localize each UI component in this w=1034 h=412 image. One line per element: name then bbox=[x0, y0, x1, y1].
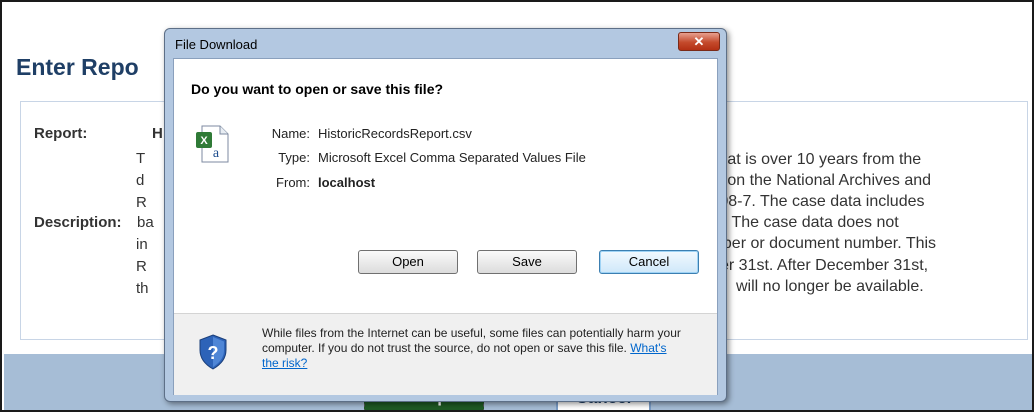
description-line-start: ba bbox=[137, 214, 154, 231]
from-label: From: bbox=[276, 175, 310, 190]
warning-area: ? While files from the Internet can be u… bbox=[174, 313, 717, 395]
description-line-end: will no longer be available. bbox=[736, 278, 924, 295]
page-title: Enter Repo bbox=[16, 54, 139, 80]
description-line-start: T bbox=[136, 150, 146, 167]
svg-text:X: X bbox=[200, 135, 208, 147]
description-line-end: that is over 10 years from the bbox=[714, 151, 922, 168]
save-button[interactable]: Save bbox=[477, 250, 577, 274]
open-button[interactable]: Open bbox=[358, 250, 458, 274]
report-name: H bbox=[152, 125, 163, 142]
description-line-start: R bbox=[136, 258, 147, 275]
description-line-end: d on the National Archives and bbox=[714, 172, 932, 189]
description-line-start: in bbox=[136, 236, 148, 253]
description-line-start: d bbox=[136, 172, 145, 189]
file-type-value: Microsoft Excel Comma Separated Values F… bbox=[318, 150, 586, 165]
dialog-question: Do you want to open or save this file? bbox=[191, 81, 444, 97]
file-download-dialog: File Download ✕ Do you want to open or s… bbox=[164, 28, 727, 402]
dialog-close-button[interactable]: ✕ bbox=[678, 32, 720, 51]
description-line-end: -08-7. The case data includes bbox=[714, 193, 925, 210]
file-source-value: localhost bbox=[318, 175, 376, 190]
svg-text:?: ? bbox=[208, 343, 219, 363]
dialog-cancel-button[interactable]: Cancel bbox=[599, 250, 699, 274]
description-line-start: R bbox=[136, 194, 147, 211]
dialog-title: File Download bbox=[175, 37, 258, 52]
security-shield-icon: ? bbox=[199, 334, 227, 370]
excel-file-icon: X a bbox=[196, 125, 229, 163]
description-label: Description: bbox=[34, 214, 122, 231]
description-line-end: er 31st. After December 31st, bbox=[720, 257, 929, 274]
report-label: Report: bbox=[34, 125, 88, 142]
warning-message: While files from the Internet can be use… bbox=[262, 326, 682, 371]
description-line-end: n. The case data does not bbox=[714, 214, 899, 231]
dialog-body: Do you want to open or save this file? X… bbox=[173, 58, 718, 395]
warning-text: While files from the Internet can be use… bbox=[262, 326, 681, 355]
type-label: Type: bbox=[278, 150, 310, 165]
description-line-start: th bbox=[136, 280, 149, 297]
description-line-end: nber or document number. This bbox=[714, 235, 937, 252]
svg-text:a: a bbox=[213, 146, 220, 161]
name-label: Name: bbox=[271, 126, 310, 141]
file-name-value: HistoricRecordsReport.csv bbox=[318, 126, 472, 141]
